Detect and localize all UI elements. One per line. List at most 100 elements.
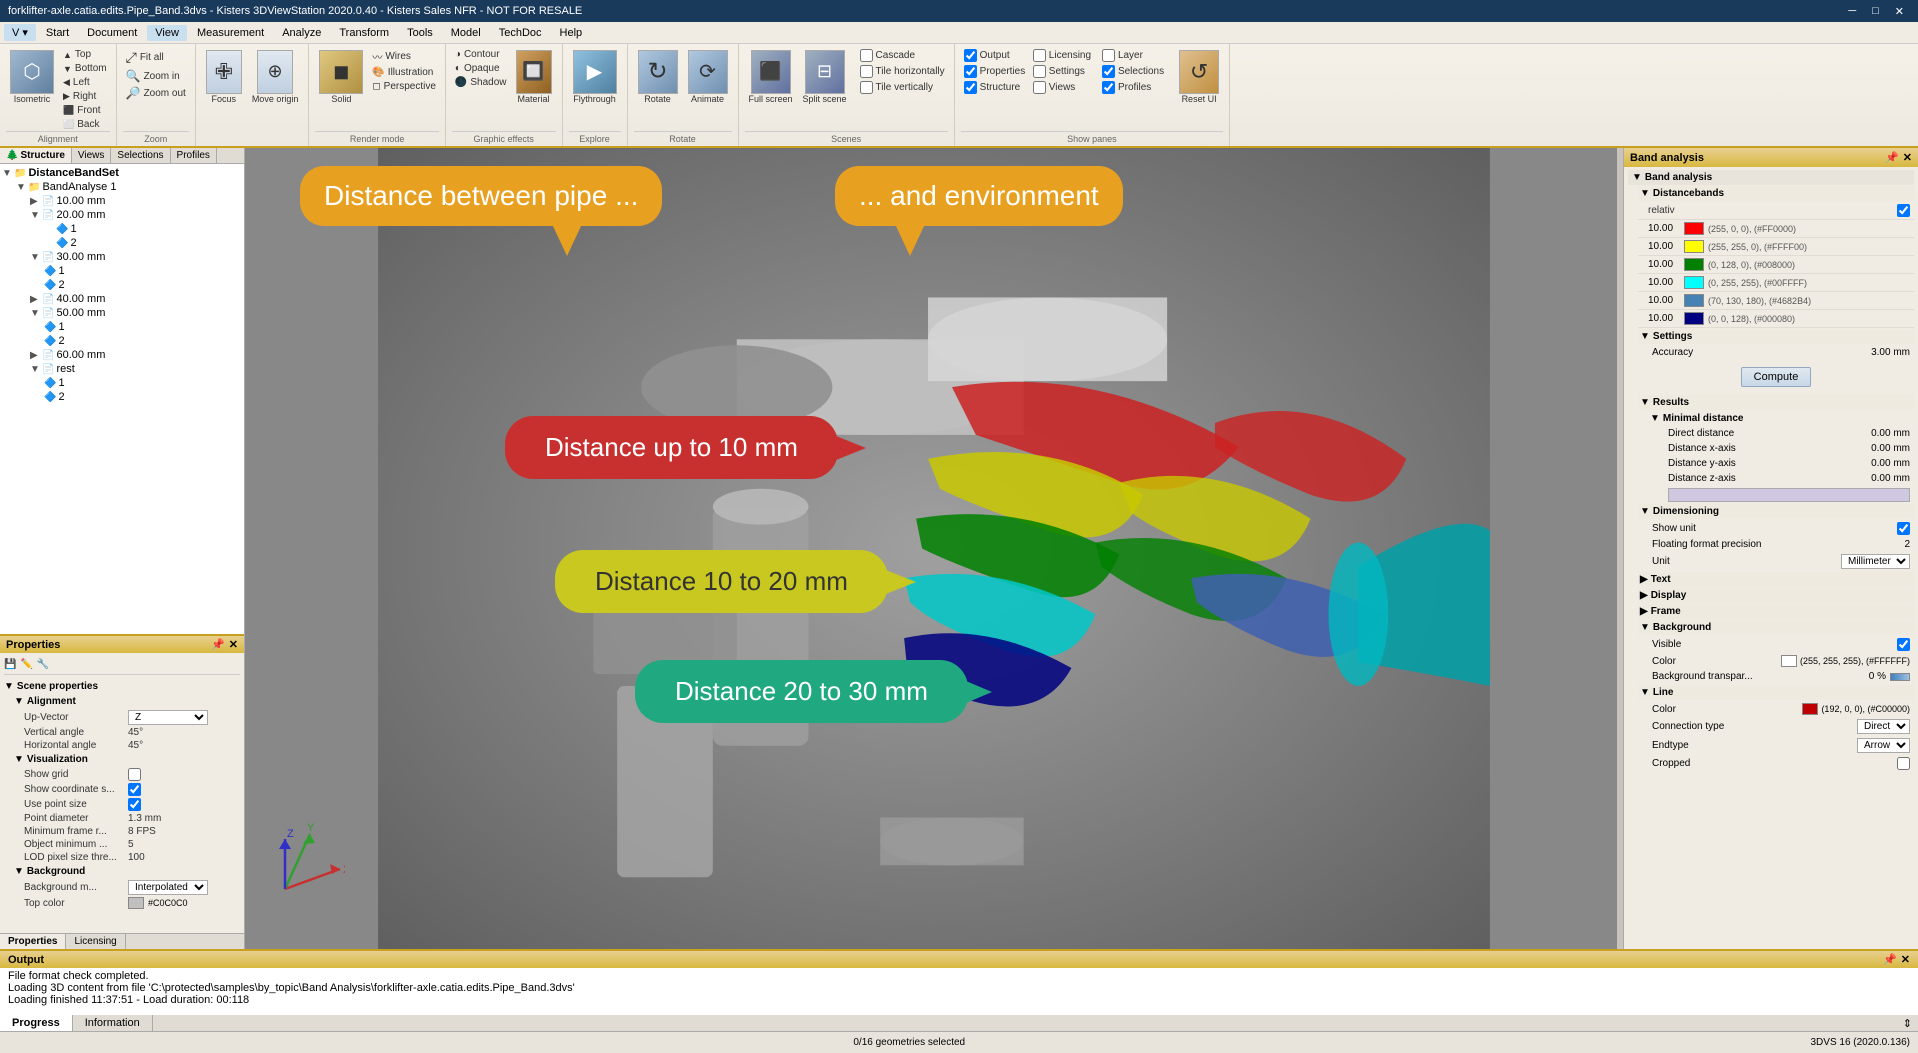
- left-button[interactable]: ◀ Left: [60, 76, 110, 89]
- output-resize-handle[interactable]: ⇕: [1897, 1015, 1918, 1031]
- bg-color-swatch[interactable]: [1781, 655, 1797, 667]
- rotate-button[interactable]: ↻ Rotate: [634, 48, 682, 107]
- structure-pane-checkbox[interactable]: [964, 81, 977, 94]
- expand-icon[interactable]: ▼: [2, 168, 12, 179]
- selections-pane-checkbox[interactable]: [1102, 65, 1115, 78]
- views-pane-checkbox[interactable]: [1033, 81, 1046, 94]
- tree-area[interactable]: ▼ 📁 DistanceBandSet ▼ 📁 BandAnalyse 1 ▶ …: [0, 164, 244, 634]
- opaque-button[interactable]: ◐Opaque: [452, 62, 510, 75]
- expand-icon[interactable]: ▼: [30, 308, 40, 319]
- distancebands-header[interactable]: ▼ Distancebands: [1638, 186, 1914, 201]
- show-unit-checkbox[interactable]: [1897, 522, 1910, 535]
- tree-item[interactable]: ▼ 📄 rest: [2, 362, 242, 376]
- use-point-checkbox[interactable]: [128, 798, 141, 811]
- settings-header[interactable]: ▼ Settings: [1638, 329, 1914, 344]
- color-swatch-navy[interactable]: [1684, 312, 1704, 325]
- output-pane-check[interactable]: Output: [961, 48, 1029, 63]
- material-button[interactable]: 🔲 Material: [512, 48, 556, 107]
- color-swatch-cyan[interactable]: [1684, 276, 1704, 289]
- tree-item[interactable]: ▶ 📄 10.00 mm: [2, 194, 242, 208]
- bottom-button[interactable]: ▼ Bottom: [60, 62, 110, 75]
- expand-icon[interactable]: [44, 238, 54, 249]
- selections-pane-check[interactable]: Selections: [1099, 64, 1167, 79]
- frame-header[interactable]: ▶ Frame: [1638, 604, 1914, 619]
- dimensioning-header[interactable]: ▼ Dimensioning: [1638, 504, 1914, 519]
- alignment-header[interactable]: ▼ Alignment: [4, 694, 240, 709]
- menu-v[interactable]: V ▾: [4, 24, 36, 41]
- animate-button[interactable]: ⟳ Animate: [684, 48, 732, 107]
- minimal-distance-header[interactable]: ▼ Minimal distance: [1648, 411, 1914, 426]
- viewport[interactable]: Distance between pipe ... ... and enviro…: [245, 148, 1623, 949]
- tree-item[interactable]: 🔷 2: [2, 236, 242, 250]
- properties-pane-check[interactable]: Properties: [961, 64, 1029, 79]
- full-screen-button[interactable]: ⬛ Full screen: [745, 48, 797, 107]
- props-tool-icon2[interactable]: ✏️: [20, 659, 32, 670]
- views-tab[interactable]: Views: [72, 148, 112, 163]
- band-pin-icon[interactable]: 📌: [1885, 151, 1899, 164]
- close-button[interactable]: ✕: [1889, 5, 1910, 18]
- tile-v-checkbox[interactable]: [860, 81, 873, 94]
- menu-tools[interactable]: Tools: [399, 25, 441, 41]
- compute-button[interactable]: Compute: [1741, 367, 1812, 387]
- output-pane-checkbox[interactable]: [964, 49, 977, 62]
- line-color-swatch[interactable]: [1802, 703, 1818, 715]
- selections-tab[interactable]: Selections: [111, 148, 170, 163]
- move-origin-button[interactable]: ⊕ Move origin: [248, 48, 303, 107]
- fit-all-button[interactable]: ⤢ Fit all: [123, 48, 167, 67]
- cascade-checkbox[interactable]: [860, 49, 873, 62]
- cropped-checkbox[interactable]: [1897, 757, 1910, 770]
- licensing-pane-checkbox[interactable]: [1033, 49, 1046, 62]
- text-header[interactable]: ▶ Text: [1638, 572, 1914, 587]
- right-button[interactable]: ▶ Right: [60, 90, 110, 103]
- expand-icon[interactable]: ▶: [30, 196, 40, 207]
- menu-transform[interactable]: Transform: [331, 25, 397, 41]
- expand-icon[interactable]: [44, 224, 54, 235]
- expand-icon[interactable]: ▼: [30, 252, 40, 263]
- minimize-button[interactable]: ─: [1842, 5, 1862, 18]
- tree-item[interactable]: 🔷 2: [2, 390, 242, 404]
- expand-icon[interactable]: ▶: [30, 294, 40, 305]
- tree-item[interactable]: 🔷 2: [2, 278, 242, 292]
- color-swatch-green[interactable]: [1684, 258, 1704, 271]
- tile-h-check[interactable]: Tile horizontally: [857, 64, 948, 79]
- menu-measurement[interactable]: Measurement: [189, 25, 272, 41]
- properties-pane-checkbox[interactable]: [964, 65, 977, 78]
- tree-item[interactable]: 🔷 1: [2, 320, 242, 334]
- contour-button[interactable]: ◑Contour: [452, 48, 510, 61]
- profiles-pane-check[interactable]: Profiles: [1099, 80, 1167, 95]
- bg-mode-select[interactable]: Interpolated: [128, 880, 208, 895]
- isometric-button[interactable]: ⬡ Isometric: [6, 48, 58, 107]
- color-swatch-red[interactable]: [1684, 222, 1704, 235]
- color-swatch-yellow[interactable]: [1684, 240, 1704, 253]
- structure-tab[interactable]: 🌲 Structure: [0, 148, 72, 163]
- tree-item[interactable]: ▶ 📄 60.00 mm: [2, 348, 242, 362]
- illustration-button[interactable]: 🎨Illustration: [369, 66, 439, 79]
- expand-icon[interactable]: ▼: [30, 364, 40, 375]
- zoom-in-button[interactable]: 🔍 Zoom in: [123, 68, 183, 84]
- menu-help[interactable]: Help: [552, 25, 591, 41]
- split-scene-button[interactable]: ⊟ Split scene: [799, 48, 851, 107]
- tree-item[interactable]: ▼ 📄 30.00 mm: [2, 250, 242, 264]
- tree-item[interactable]: 🔷 1: [2, 264, 242, 278]
- solid-button[interactable]: ◼ Solid: [315, 48, 367, 107]
- tree-item[interactable]: ▼ 📁 BandAnalyse 1: [2, 180, 242, 194]
- band-analysis-section[interactable]: ▼ Band analysis: [1628, 170, 1914, 185]
- tree-item[interactable]: ▶ 📄 40.00 mm: [2, 292, 242, 306]
- reset-ui-button[interactable]: ↺ Reset UI: [1175, 48, 1223, 107]
- props-pin-icon[interactable]: 📌: [211, 638, 225, 651]
- settings-pane-check[interactable]: Settings: [1030, 64, 1098, 79]
- menu-document[interactable]: Document: [79, 25, 145, 41]
- layer-pane-checkbox[interactable]: [1102, 49, 1115, 62]
- expand-icon[interactable]: ▼: [30, 210, 40, 221]
- top-button[interactable]: ▲ Top: [60, 48, 110, 61]
- menu-start[interactable]: Start: [38, 25, 77, 41]
- expand-icon[interactable]: ▶: [30, 350, 40, 361]
- layer-pane-check[interactable]: Layer: [1099, 48, 1167, 63]
- band-background-header[interactable]: ▼ Background: [1638, 620, 1914, 635]
- relativ-checkbox[interactable]: [1897, 204, 1910, 217]
- menu-techdoc[interactable]: TechDoc: [491, 25, 550, 41]
- structure-pane-check[interactable]: Structure: [961, 80, 1029, 95]
- viewport-right-handle[interactable]: [1617, 148, 1623, 949]
- props-close-icon[interactable]: ✕: [229, 638, 238, 651]
- unit-select[interactable]: Millimeter: [1841, 554, 1910, 569]
